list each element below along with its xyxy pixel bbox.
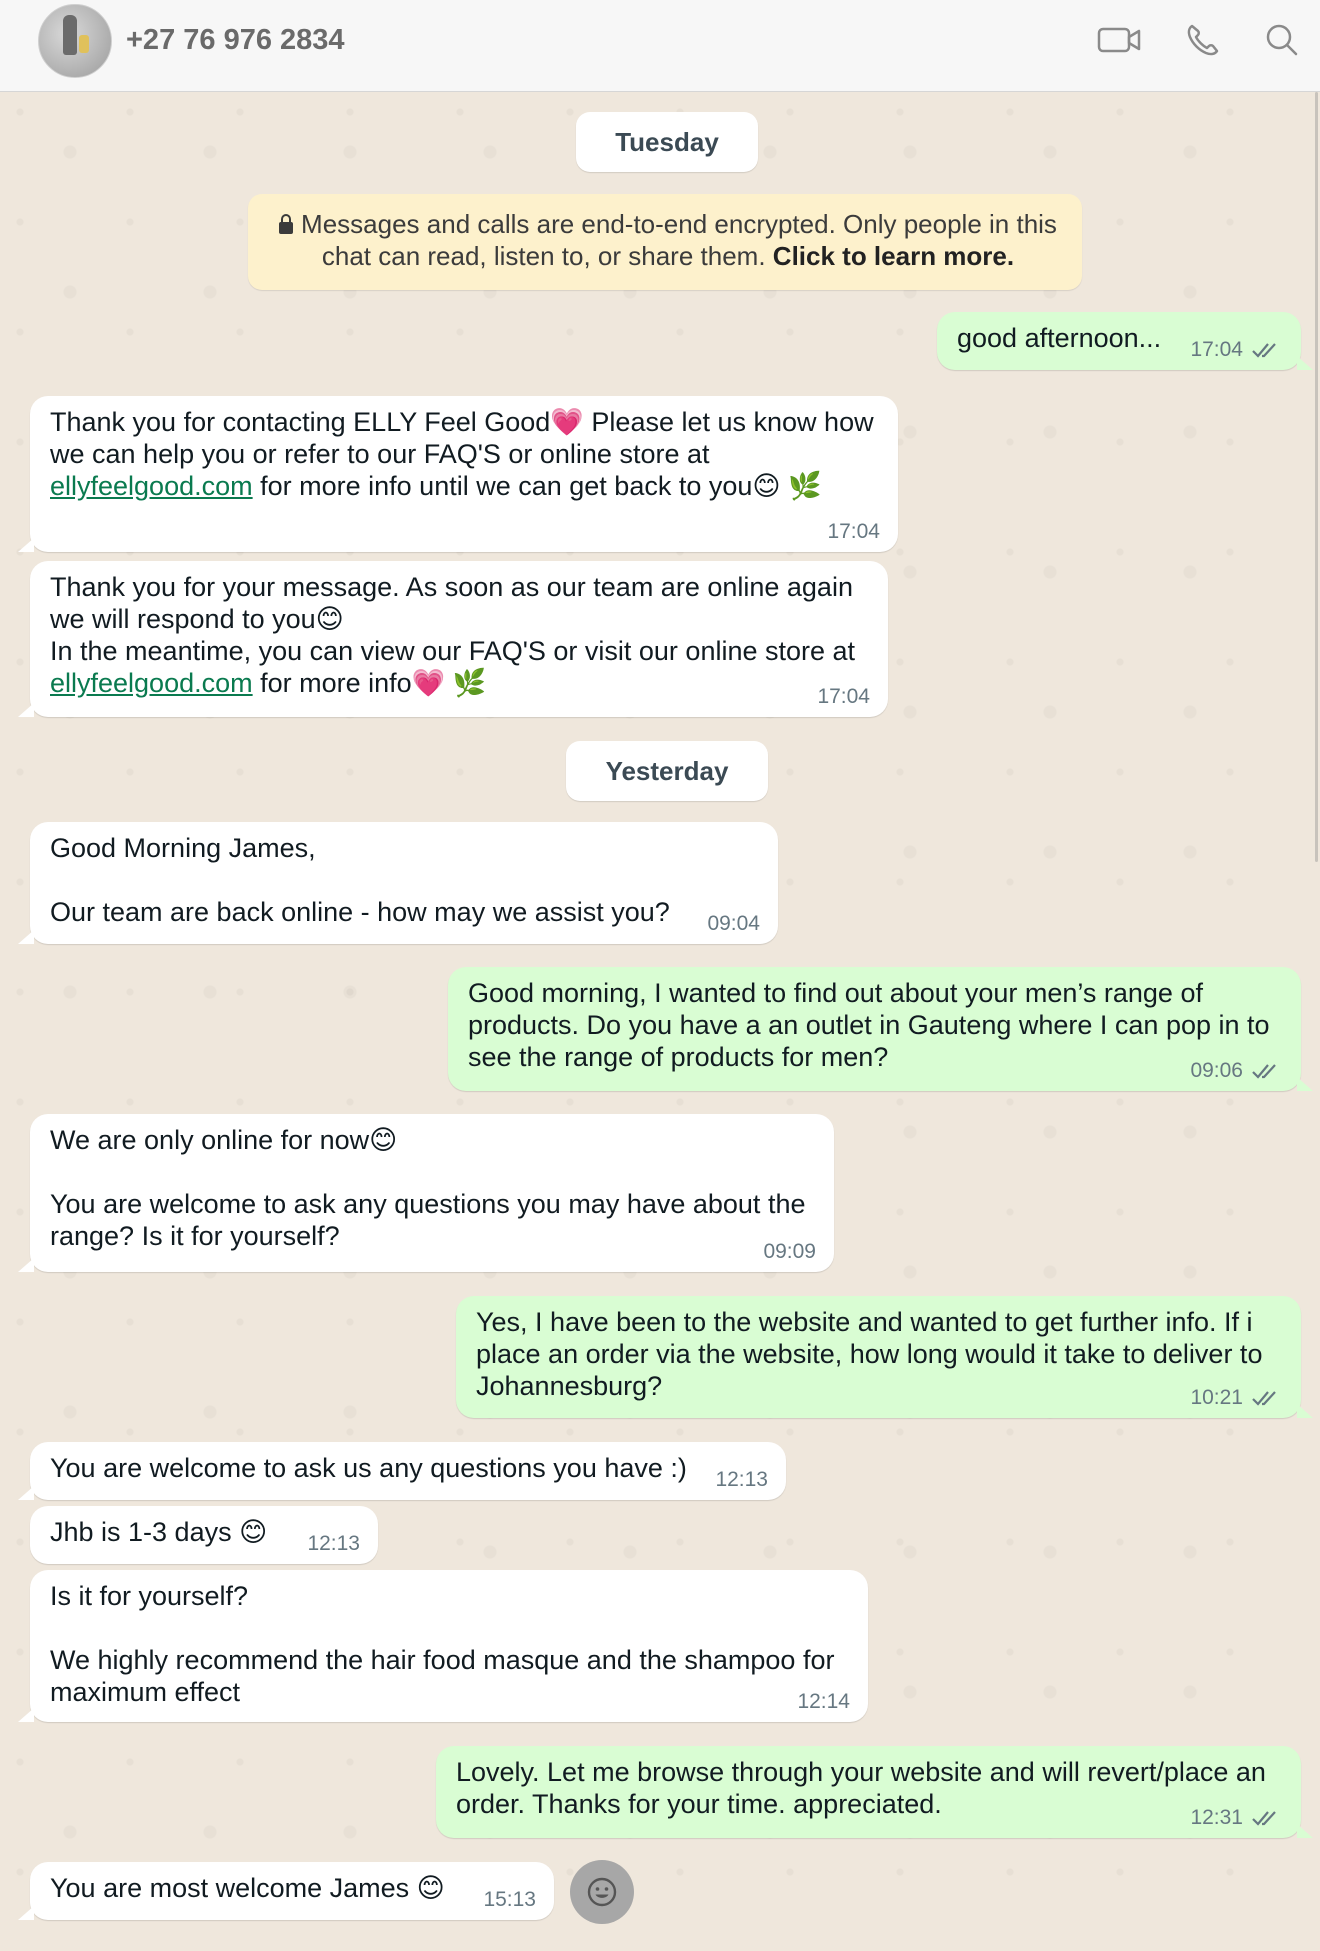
message-bubble[interactable]: Good Morning James, Our team are back on… <box>18 822 778 944</box>
message-time: 17:04 <box>1190 338 1243 361</box>
message-text: We are only online for now😊 You are welc… <box>50 1125 806 1251</box>
message-time: 17:04 <box>817 685 870 708</box>
read-ticks-icon <box>1252 1391 1276 1406</box>
message-time: 17:04 <box>827 520 880 543</box>
chat-header: +27 76 976 2834 <box>0 0 1320 92</box>
message-bubble[interactable]: You are welcome to ask us any questions … <box>18 1442 786 1500</box>
message-bubble[interactable]: We are only online for now😊 You are welc… <box>18 1114 834 1272</box>
scrollbar[interactable] <box>1315 92 1318 862</box>
search-icon[interactable] <box>1260 20 1306 60</box>
message-text: Is it for yourself? We highly recommend … <box>50 1581 835 1707</box>
message-bubble[interactable]: You are most welcome James 😊 15:13 <box>18 1862 554 1920</box>
message-time: 10:21 <box>1190 1386 1243 1409</box>
read-ticks-icon <box>1252 343 1276 358</box>
avatar-figure <box>63 15 77 55</box>
react-emoji-button[interactable] <box>570 1860 634 1924</box>
avatar-figure-accent <box>79 35 89 53</box>
message-text: Good Morning James, Our team are back on… <box>50 833 670 927</box>
contact-name[interactable]: +27 76 976 2834 <box>126 24 345 57</box>
learn-more-link[interactable]: Click to learn more. <box>773 241 1014 271</box>
message-bubble[interactable]: Good morning, I wanted to find out about… <box>448 967 1313 1091</box>
read-ticks-icon <box>1252 1064 1276 1079</box>
message-text: Thank you for your message. As soon as o… <box>50 572 856 698</box>
message-text: You are welcome to ask us any questions … <box>50 1453 687 1483</box>
message-bubble[interactable]: Is it for yourself? We highly recommend … <box>18 1570 868 1722</box>
website-link[interactable]: ellyfeelgood.com <box>50 668 253 698</box>
message-time: 09:04 <box>707 912 760 935</box>
message-time: 12:14 <box>797 1690 850 1713</box>
message-bubble[interactable]: good afternoon... 17:04 <box>937 312 1313 370</box>
message-text: Yes, I have been to the website and want… <box>476 1307 1263 1401</box>
contact-avatar[interactable] <box>38 4 112 78</box>
message-time: 12:31 <box>1190 1806 1243 1829</box>
date-separator-yesterday: Yesterday <box>566 741 768 801</box>
message-bubble[interactable]: Thank you for your message. As soon as o… <box>18 561 888 717</box>
website-link[interactable]: ellyfeelgood.com <box>50 471 253 501</box>
message-time: 12:13 <box>715 1468 768 1491</box>
message-time: 12:13 <box>307 1532 360 1555</box>
message-time: 15:13 <box>483 1888 536 1911</box>
message-text: You are most welcome James 😊 <box>50 1873 445 1903</box>
message-text: Thank you for contacting ELLY Feel Good💗… <box>50 407 874 501</box>
message-bubble[interactable]: Thank you for contacting ELLY Feel Good💗… <box>18 396 898 552</box>
lock-icon <box>279 214 294 234</box>
message-bubble[interactable]: Yes, I have been to the website and want… <box>456 1296 1313 1418</box>
message-time: 09:09 <box>763 1240 816 1263</box>
message-text: Lovely. Let me browse through your websi… <box>456 1757 1266 1819</box>
encryption-notice[interactable]: Messages and calls are end-to-end encryp… <box>248 194 1082 290</box>
read-ticks-icon <box>1252 1811 1276 1826</box>
message-bubble[interactable]: Jhb is 1-3 days 😊 12:13 <box>30 1506 378 1564</box>
message-text: Good morning, I wanted to find out about… <box>468 978 1270 1072</box>
video-call-icon[interactable] <box>1096 20 1142 60</box>
date-separator-tuesday: Tuesday <box>576 112 758 172</box>
message-time: 09:06 <box>1190 1059 1243 1082</box>
voice-call-icon[interactable] <box>1180 20 1226 60</box>
smiley-icon <box>587 1877 617 1907</box>
message-bubble[interactable]: Lovely. Let me browse through your websi… <box>436 1746 1313 1838</box>
